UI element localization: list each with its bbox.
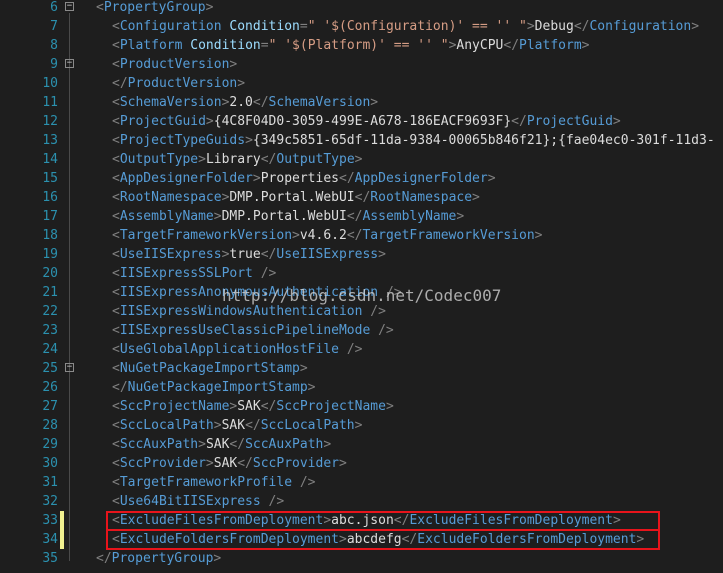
code-text: <OutputType>Library</OutputType> [112,152,363,167]
code-line[interactable]: 28 <SccLocalPath>SAK</SccLocalPath> [0,416,723,435]
code-text: </ProductVersion> [112,76,246,91]
code-text: <IISExpressUseClassicPipelineMode /> [112,323,394,338]
code-line[interactable]: 26 </NuGetPackageImportStamp> [0,378,723,397]
code-line[interactable]: 16 <RootNamespace>DMP.Portal.WebUI</RootN… [0,188,723,207]
code-line[interactable]: 14 <OutputType>Library</OutputType> [0,150,723,169]
line-number: 21 [42,285,58,300]
highlight-box-divider [108,529,658,531]
fold-toggle-icon[interactable]: − [65,59,74,68]
line-number: 12 [42,114,58,129]
code-text: <Use64BitIISExpress /> [112,494,285,509]
line-number: 28 [42,418,58,433]
code-line[interactable]: 31 <TargetFrameworkProfile /> [0,473,723,492]
code-text: <UseGlobalApplicationHostFile /> [112,342,363,357]
line-number: 7 [50,19,58,34]
code-text: <TargetFrameworkVersion>v4.6.2</TargetFr… [112,228,543,243]
code-text: <TargetFrameworkProfile /> [112,475,316,490]
line-number: 29 [42,437,58,452]
line-number: 31 [42,475,58,490]
line-number: 14 [42,152,58,167]
line-number: 11 [42,95,58,110]
code-line[interactable]: 11 <SchemaVersion>2.0</SchemaVersion> [0,93,723,112]
code-line[interactable]: 32 <Use64BitIISExpress /> [0,492,723,511]
code-line[interactable]: 24 <UseGlobalApplicationHostFile /> [0,340,723,359]
line-number: 13 [42,133,58,148]
line-number: 23 [42,323,58,338]
code-text: <ProjectGuid>{4C8F04D0-3059-499E-A678-18… [112,114,621,129]
line-number: 32 [42,494,58,509]
line-number: 22 [42,304,58,319]
code-text: <IISExpressSSLPort /> [112,266,277,281]
code-line[interactable]: 20 <IISExpressSSLPort /> [0,264,723,283]
code-text: <SchemaVersion>2.0</SchemaVersion> [112,95,379,110]
code-text: <NuGetPackageImportStamp> [112,361,308,376]
line-number: 35 [42,551,58,566]
code-text: <SccProvider>SAK</SccProvider> [112,456,347,471]
line-number: 33 [42,513,58,528]
code-text: <ProjectTypeGuids>{349c5851-65df-11da-93… [112,133,715,148]
watermark-text: http://blog.csdn.net/Codec007 [222,286,502,305]
code-line[interactable]: 18 <TargetFrameworkVersion>v4.6.2</Target… [0,226,723,245]
code-text: <SccLocalPath>SAK</SccLocalPath> [112,418,363,433]
code-editor[interactable]: 6− <PropertyGroup> 7 <Configuration Conditi… [0,0,723,573]
code-line[interactable]: 13 <ProjectTypeGuids>{349c5851-65df-11da-… [0,131,723,150]
code-line[interactable]: 23 <IISExpressUseClassicPipelineMode /> [0,321,723,340]
line-number: 18 [42,228,58,243]
fold-toggle-icon[interactable]: − [65,2,74,11]
line-number: 16 [42,190,58,205]
line-number: 24 [42,342,58,357]
line-number: 25 [42,361,58,376]
highlight-box [106,511,660,550]
line-number: 30 [42,456,58,471]
code-line[interactable]: 29 <SccAuxPath>SAK</SccAuxPath> [0,435,723,454]
code-line[interactable]: 27 <SccProjectName>SAK</SccProjectName> [0,397,723,416]
code-line[interactable]: 9− <ProductVersion> [0,55,723,74]
code-line[interactable]: 8 <Platform Condition=" '$(Platform)' == … [0,36,723,55]
code-line[interactable]: 35 </PropertyGroup> [0,549,723,568]
change-marker [60,511,64,530]
code-line[interactable]: 6− <PropertyGroup> [0,0,723,17]
code-text: </NuGetPackageImportStamp> [112,380,316,395]
line-number: 34 [42,532,58,547]
code-line[interactable]: 15 <AppDesignerFolder>Properties</AppDesi… [0,169,723,188]
line-number: 9 [50,57,58,72]
line-number: 15 [42,171,58,186]
code-text: <PropertyGroup> [96,0,214,15]
code-text: <RootNamespace>DMP.Portal.WebUI</RootNam… [112,190,480,205]
line-number: 20 [42,266,58,281]
code-text: <Configuration Condition=" '$(Configurat… [112,19,700,34]
code-text: <AssemblyName>DMP.Portal.WebUI</Assembly… [112,209,465,224]
line-number: 8 [50,38,58,53]
fold-toggle-icon[interactable]: − [65,363,74,372]
line-number: 6 [50,0,58,15]
code-line[interactable]: 25− <NuGetPackageImportStamp> [0,359,723,378]
code-text: <Platform Condition=" '$(Platform)' == '… [112,38,590,53]
line-number: 26 [42,380,58,395]
code-line[interactable]: 12 <ProjectGuid>{4C8F04D0-3059-499E-A678-… [0,112,723,131]
code-text: <SccAuxPath>SAK</SccAuxPath> [112,437,332,452]
code-line[interactable]: 19 <UseIISExpress>true</UseIISExpress> [0,245,723,264]
code-line[interactable]: 10 </ProductVersion> [0,74,723,93]
code-line[interactable]: 17 <AssemblyName>DMP.Portal.WebUI</Assemb… [0,207,723,226]
code-line[interactable]: 30 <SccProvider>SAK</SccProvider> [0,454,723,473]
change-marker [60,530,64,549]
line-number: 19 [42,247,58,262]
code-text: <ProductVersion> [112,57,238,72]
line-number: 10 [42,76,58,91]
code-text: <AppDesignerFolder>Properties</AppDesign… [112,171,496,186]
code-line[interactable]: 7 <Configuration Condition=" '$(Configura… [0,17,723,36]
line-number: 27 [42,399,58,414]
code-text: <SccProjectName>SAK</SccProjectName> [112,399,394,414]
code-text: <UseIISExpress>true</UseIISExpress> [112,247,386,262]
code-text: </PropertyGroup> [96,551,222,566]
line-number: 17 [42,209,58,224]
